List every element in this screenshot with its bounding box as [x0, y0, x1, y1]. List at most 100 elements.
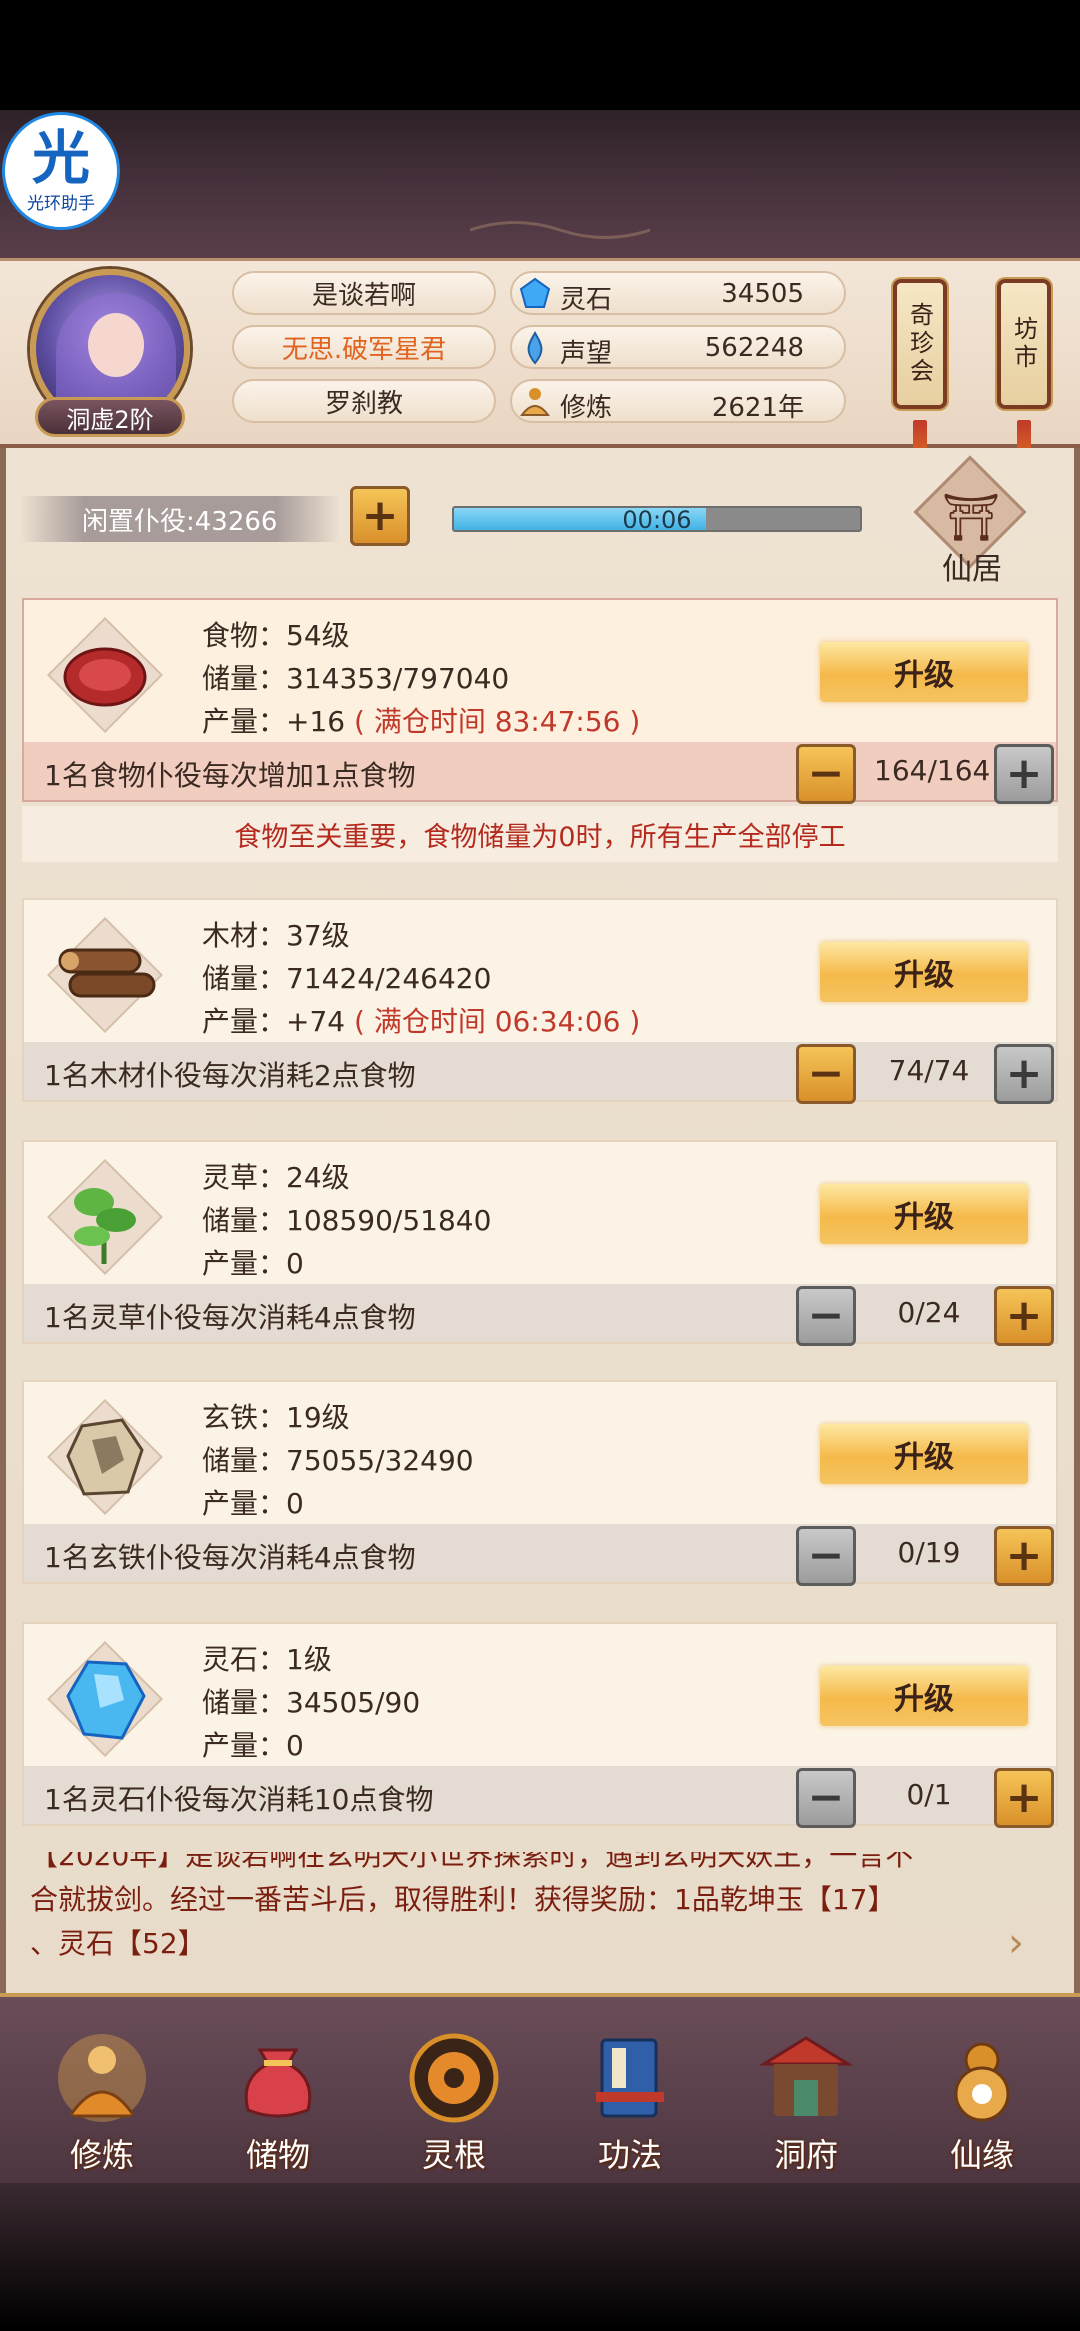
player-title: 无思.破军星君: [232, 325, 496, 369]
servant-count: 0/24: [897, 1296, 961, 1329]
increase-button[interactable]: +: [994, 1526, 1054, 1586]
output-value: 产量：+74: [202, 1005, 346, 1038]
spirit-stone-icon: [519, 277, 551, 308]
nav-label: 储物: [245, 2136, 310, 2174]
food-warning: 食物至关重要，食物储量为0时，所有生产全部停工: [22, 806, 1058, 862]
storage-bag-icon: [244, 2048, 312, 2118]
stat-reputation: 声望 562248: [510, 325, 846, 369]
decrease-button[interactable]: −: [796, 744, 856, 804]
upgrade-button[interactable]: 升级: [820, 1184, 1028, 1244]
increase-button[interactable]: +: [994, 1044, 1054, 1104]
bottom-filler: [0, 2183, 1080, 2331]
nav-label: 洞府: [773, 2136, 838, 2174]
game-screen: 光 光环助手 洞虚2阶 是谈若啊 无思.破军星君 罗刹教 灵石 34505 声望…: [0, 0, 1080, 2331]
log-line: 【2020年】是谈若啊在玄明天小世界探索时，遇到玄明天妖王，一言不: [30, 1852, 914, 1872]
stat-value: 562248: [704, 333, 804, 363]
idle-servants-label: 闲置仆役:43266: [20, 496, 340, 542]
stat-spirit-stone: 灵石 34505: [510, 271, 846, 315]
increase-button[interactable]: +: [994, 1286, 1054, 1346]
resource-card-wood: 木材：37级 储量：71424/246420 产量：+74 ( 满仓时间 06:…: [22, 898, 1058, 1104]
resource-storage: 储量：314353/797040: [202, 662, 510, 695]
helper-glyph: 光: [31, 123, 90, 192]
cultivation-icon: [520, 388, 550, 416]
servant-count: 74/74: [888, 1054, 970, 1087]
resource-level: 木材：37级: [202, 919, 350, 952]
servant-hint: 1名食物仆役每次增加1点食物: [44, 759, 416, 792]
resource-output: 产量：0: [202, 1487, 304, 1520]
resource-output: 产量：+74 ( 满仓时间 06:34:06 ): [202, 1000, 640, 1040]
nav-fate[interactable]: 仙缘: [912, 2030, 1052, 2180]
stat-value: 2621年: [711, 393, 804, 423]
production-progress: 00:06: [452, 506, 862, 532]
increase-button[interactable]: +: [994, 744, 1054, 804]
chevron-right-icon[interactable]: ›: [1008, 1920, 1024, 1966]
resource-level: 灵草：24级: [202, 1161, 350, 1194]
resource-card-iron: 玄铁：19级 储量：75055/32490 产量：0 升级 1名玄铁仆役每次消耗…: [22, 1380, 1058, 1586]
stat-cultivation: 修炼 2621年: [510, 379, 846, 423]
servant-count: 0/19: [897, 1536, 961, 1569]
decrease-button[interactable]: −: [796, 1526, 856, 1586]
reputation-icon: [527, 331, 543, 365]
helper-badge[interactable]: 光 光环助手: [2, 112, 120, 230]
resource-level: 食物：54级: [202, 619, 350, 652]
decrease-button[interactable]: −: [796, 1044, 856, 1104]
event-log[interactable]: 【2020年】是谈若啊在玄明天小世界探索时，遇到玄明天妖王，一言不 合就拔剑。经…: [30, 1852, 1050, 1992]
full-time: ( 满仓时间 06:34:06 ): [354, 1005, 641, 1038]
output-value: 产量：+16: [202, 705, 346, 738]
resource-output: 产量：0: [202, 1247, 304, 1280]
nav-label: 功法: [597, 2136, 662, 2174]
spirit-root-icon: [409, 2033, 499, 2123]
player-sect: 罗刹教: [232, 379, 496, 423]
helper-label: 光环助手: [27, 193, 95, 214]
stat-label: 声望: [560, 339, 613, 369]
log-line: 、灵石【52】: [30, 1927, 206, 1960]
full-time: ( 满仓时间 83:47:56 ): [354, 705, 641, 738]
player-name: 是谈若啊: [232, 271, 496, 315]
cave-mansion-icon: [758, 2036, 854, 2116]
servant-hint: 1名灵石仆役每次消耗10点食物: [44, 1783, 434, 1816]
cultivate-icon: [58, 2034, 146, 2122]
resource-storage: 储量：75055/32490: [202, 1444, 474, 1477]
nav-cave-mansion[interactable]: 洞府: [736, 2030, 876, 2180]
servant-hint: 1名玄铁仆役每次消耗4点食物: [44, 1541, 416, 1574]
market-sign[interactable]: 坊市: [997, 279, 1051, 409]
increase-button[interactable]: +: [994, 1768, 1054, 1828]
upgrade-button[interactable]: 升级: [820, 1666, 1028, 1726]
decrease-button[interactable]: −: [796, 1768, 856, 1828]
nav-label: 修炼: [69, 2136, 134, 2174]
rank-badge: 洞虚2阶: [35, 397, 185, 437]
nav-spirit-root[interactable]: 灵根: [384, 2030, 524, 2180]
pavilion-icon: ⛩: [942, 490, 1001, 544]
log-line: 合就拔剑。经过一番苦斗后，取得胜利！获得奖励：1品乾坤玉【17】: [30, 1883, 896, 1916]
upgrade-button[interactable]: 升级: [820, 1424, 1028, 1484]
resource-storage: 储量：71424/246420: [202, 962, 492, 995]
resource-card-spirit-stone: 灵石：1级 储量：34505/90 产量：0 升级 1名灵石仆役每次消耗10点食…: [22, 1622, 1058, 1828]
nav-cultivate[interactable]: 修炼: [32, 2030, 172, 2180]
resource-level: 玄铁：19级: [202, 1401, 350, 1434]
upgrade-button[interactable]: 升级: [820, 642, 1028, 702]
status-bar-area: [0, 0, 1080, 110]
iron-ore-icon: [46, 1398, 164, 1516]
treasure-fair-sign[interactable]: 奇珍会: [893, 279, 947, 409]
servant-count: 164/164: [874, 754, 991, 787]
decrease-button[interactable]: −: [796, 1286, 856, 1346]
add-servant-button[interactable]: +: [350, 486, 410, 546]
nav-storage[interactable]: 储物: [208, 2030, 348, 2180]
fate-gourd-icon: [954, 2042, 1010, 2122]
stat-value: 34505: [721, 279, 804, 309]
servant-count: 0/1: [906, 1778, 952, 1811]
nav-label: 灵根: [421, 2136, 486, 2174]
technique-book-icon: [596, 2038, 664, 2118]
nav-technique[interactable]: 功法: [560, 2030, 700, 2180]
progress-timer: 00:06: [622, 506, 692, 532]
resource-output: 产量：+16 ( 满仓时间 83:47:56 ): [202, 700, 640, 740]
xianju-label[interactable]: 仙居: [902, 544, 1042, 587]
resource-storage: 储量：108590/51840: [202, 1204, 492, 1237]
resource-card-herb: 灵草：24级 储量：108590/51840 产量：0 升级 1名灵草仆役每次消…: [22, 1140, 1058, 1346]
upgrade-button[interactable]: 升级: [820, 942, 1028, 1002]
resource-storage: 储量：34505/90: [202, 1686, 421, 1719]
banner-ornament: [470, 221, 650, 239]
spirit-crystal-icon: [46, 1640, 164, 1758]
servant-hint: 1名木材仆役每次消耗2点食物: [44, 1059, 416, 1092]
herb-icon: [46, 1158, 164, 1276]
